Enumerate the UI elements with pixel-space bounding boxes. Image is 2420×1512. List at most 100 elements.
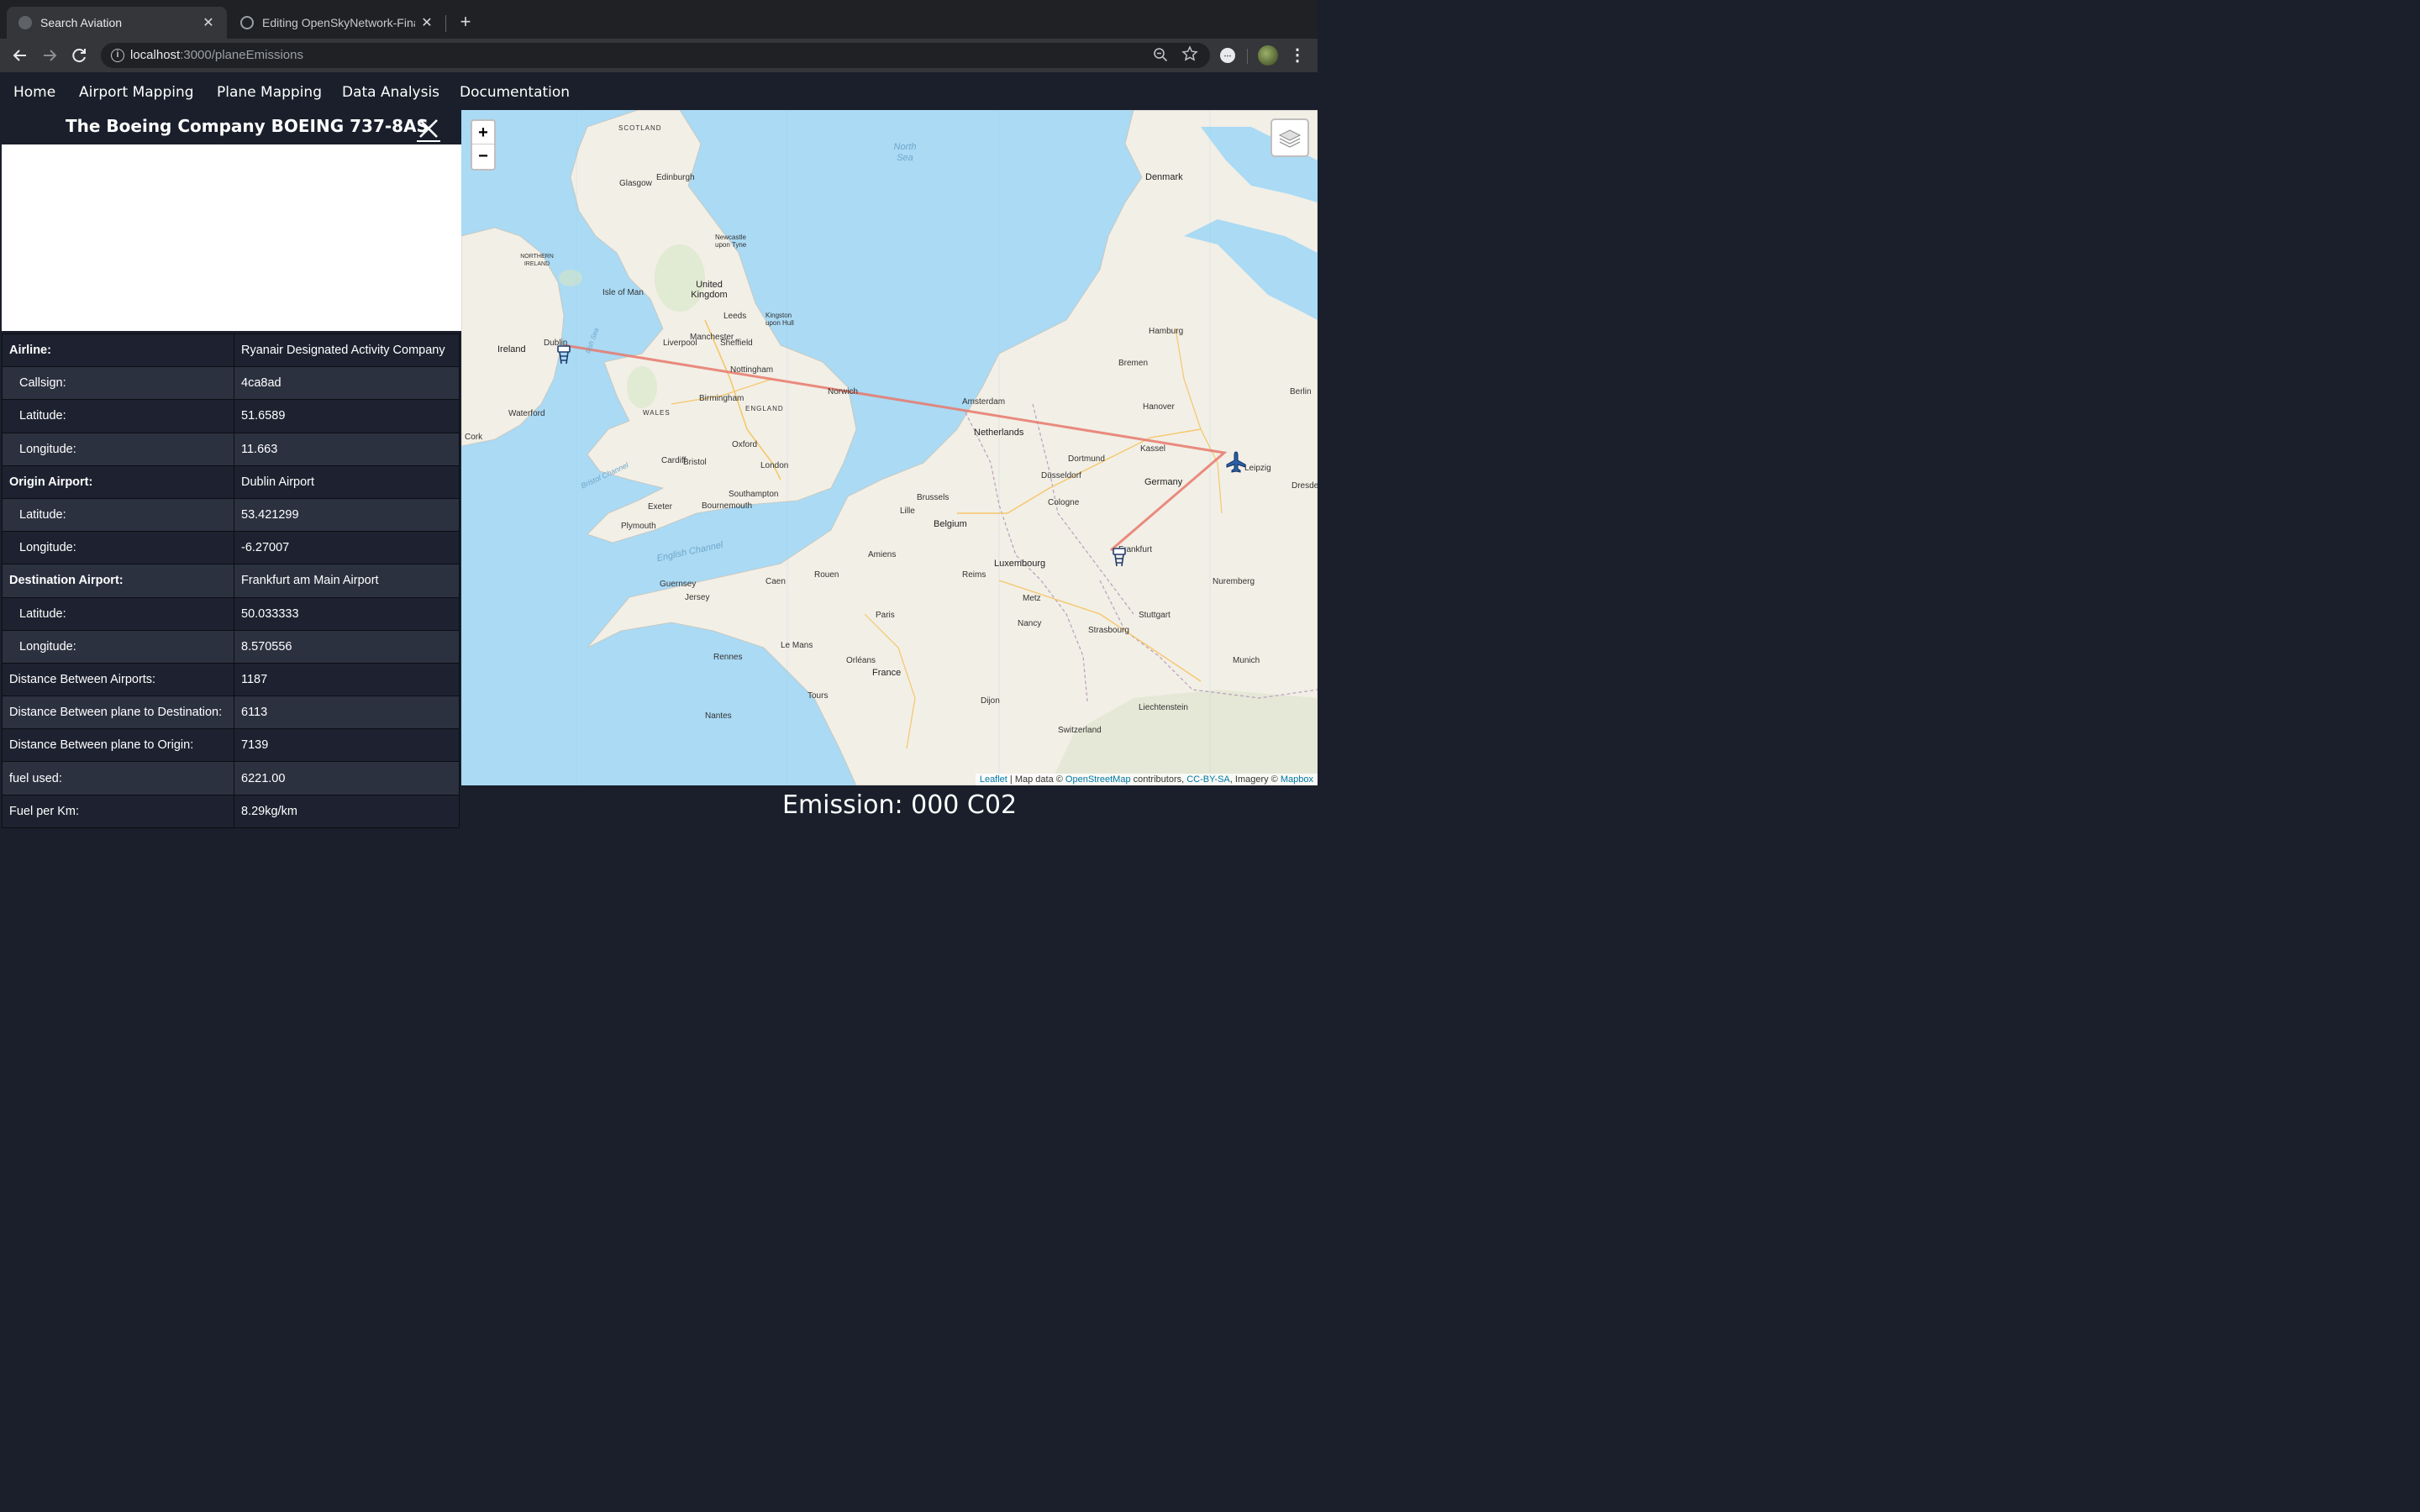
info-value: 1187 [234, 662, 460, 697]
map-label-plymouth: Plymouth [621, 522, 656, 531]
map-label-united-kingdom: United Kingdom [691, 280, 728, 300]
license-link[interactable]: CC-BY-SA [1186, 774, 1230, 785]
panel-header: The Boeing Company BOEING 737-8AS [0, 110, 461, 144]
map-label-cardiff: Cardiff [661, 456, 687, 465]
destination-airport-tower-icon[interactable] [1112, 548, 1127, 572]
info-row: Distance Between Airports: 1187 [2, 662, 460, 697]
extension-icon[interactable]: ⋯ [1220, 48, 1235, 63]
browser-tab-strip: Search Aviation ✕ Editing OpenSkyNetwork… [0, 0, 1318, 39]
map-label-tours: Tours [808, 691, 829, 701]
map-label-nuremberg: Nuremberg [1213, 577, 1255, 586]
map-label-stuttgart: Stuttgart [1139, 611, 1171, 620]
zoom-out-button[interactable]: − [472, 144, 494, 168]
info-row: Destination Airport: Frankfurt am Main Ai… [2, 564, 460, 598]
map-label-northern-ireland: NORTHERN IRELAND [520, 254, 554, 267]
globe-icon [18, 16, 32, 29]
map-label-leipzig: Leipzig [1244, 464, 1271, 473]
close-panel-button[interactable] [417, 117, 440, 142]
browser-toolbar: i localhost:3000/planeEmissions ⋯ ⋮ [0, 39, 1318, 72]
map-attribution: Leaflet | Map data © OpenStreetMap contr… [975, 774, 1318, 785]
info-key: fuel used: [2, 761, 234, 795]
nav-documentation[interactable]: Documentation [460, 84, 570, 101]
map-label-brussels: Brussels [917, 493, 950, 502]
map-label-strasbourg: Strasbourg [1088, 626, 1129, 635]
map-label-paris: Paris [876, 611, 895, 620]
new-tab-button[interactable]: + [454, 10, 477, 34]
bookmark-star-icon[interactable] [1181, 45, 1198, 67]
map-label-oxford: Oxford [732, 440, 758, 449]
close-tab-icon[interactable]: ✕ [202, 14, 215, 31]
info-key: Airline: [2, 333, 234, 368]
info-key: Callsign: [2, 366, 234, 401]
info-key: Latitude: [2, 596, 234, 631]
info-value: Frankfurt am Main Airport [234, 564, 460, 598]
map-label-munich: Munich [1233, 656, 1260, 665]
map-label-lille: Lille [900, 507, 915, 516]
url-path: :3000/planeEmissions [180, 48, 303, 62]
plane-icon[interactable] [1225, 451, 1247, 479]
layers-button[interactable] [1270, 118, 1309, 157]
nav-data-analysis[interactable]: Data Analysis [342, 84, 439, 101]
map-label-belgium: Belgium [934, 519, 967, 529]
reload-icon[interactable] [67, 44, 91, 67]
back-arrow-icon[interactable] [8, 44, 32, 67]
map-label-nottingham: Nottingham [730, 365, 774, 375]
forward-arrow-icon[interactable] [38, 44, 61, 67]
emission-text: Emission: 000 C02 [782, 790, 1018, 820]
info-value: 8.29kg/km [234, 794, 460, 828]
map-label-liechtenstein: Liechtenstein [1139, 703, 1188, 712]
map-label-isle-of-man: Isle of Man [602, 288, 644, 297]
profile-avatar[interactable] [1258, 45, 1278, 66]
nav-plane-mapping[interactable]: Plane Mapping [217, 84, 322, 101]
mapbox-link[interactable]: Mapbox [1281, 774, 1313, 785]
info-key: Origin Airport: [2, 465, 234, 499]
map-label-caen: Caen [765, 577, 786, 586]
tab-divider [445, 15, 446, 32]
info-value: 53.421299 [234, 497, 460, 533]
address-bar[interactable]: i localhost:3000/planeEmissions [101, 43, 1210, 68]
info-icon[interactable]: i [111, 49, 124, 62]
info-value: 11.663 [234, 432, 460, 466]
zoom-magnifier-icon[interactable] [1153, 47, 1168, 66]
map-label-rennes: Rennes [713, 653, 743, 662]
map-label-le-mans: Le Mans [781, 641, 813, 650]
tab-search-aviation[interactable]: Search Aviation ✕ [7, 7, 227, 39]
info-key: Fuel per Km: [2, 794, 234, 828]
map-label-exeter: Exeter [648, 502, 672, 512]
attribution-text: contributors, [1130, 774, 1187, 785]
info-key: Distance Between plane to Destination: [2, 696, 234, 730]
osm-link[interactable]: OpenStreetMap [1065, 774, 1131, 785]
emission-bar: Emission: 000 C02 [461, 785, 1318, 823]
map-label-north-sea: North Sea [893, 142, 917, 163]
origin-airport-tower-icon[interactable] [556, 345, 571, 370]
map-label-england: ENGLAND [745, 405, 784, 412]
map-label-dijon: Dijon [981, 696, 1000, 706]
map-label-kassel: Kassel [1140, 444, 1166, 454]
map-label-orleans: Orléans [846, 656, 876, 665]
close-tab-icon[interactable]: ✕ [420, 14, 434, 31]
browser-menu-icon[interactable]: ⋮ [1289, 44, 1306, 67]
info-value: 50.033333 [234, 596, 460, 631]
github-icon [240, 16, 254, 29]
close-icon [419, 119, 438, 138]
nav-airport-mapping[interactable]: Airport Mapping [79, 84, 194, 101]
layers-icon [1278, 129, 1302, 148]
map-tiles [461, 110, 1318, 785]
info-key: Distance Between Airports: [2, 662, 234, 697]
info-row: fuel used: 6221.00 [2, 761, 460, 795]
info-key: Longitude: [2, 432, 234, 466]
url-host: localhost [130, 48, 181, 62]
map-label-dortmund: Dortmund [1068, 454, 1105, 464]
attribution-text: | Map data © [1007, 774, 1065, 785]
info-value: 7139 [234, 728, 460, 763]
leaflet-link[interactable]: Leaflet [980, 774, 1007, 785]
nav-home[interactable]: Home [13, 84, 55, 101]
info-row: Distance Between plane to Origin: 7139 [2, 728, 460, 763]
map-view[interactable]: Ireland United Kingdom ENGLAND WALES SCO… [461, 110, 1318, 785]
map-label-hanover: Hanover [1143, 402, 1175, 412]
tab-editing-opensky[interactable]: Editing OpenSkyNetwork-Final ✕ [229, 7, 445, 39]
zoom-in-button[interactable]: + [472, 121, 494, 144]
map-label-denmark: Denmark [1145, 172, 1183, 182]
url-text[interactable]: localhost:3000/planeEmissions [130, 48, 303, 62]
map-label-sheffield: Sheffield [720, 339, 753, 348]
